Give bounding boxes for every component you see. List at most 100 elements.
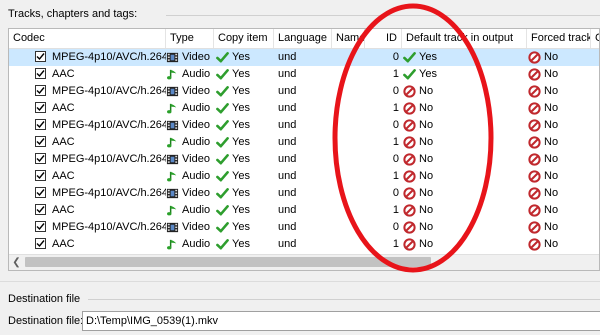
copy-item-cell: Yes [216, 151, 274, 168]
section-divider [166, 15, 600, 16]
copy-item-cell: Yes [216, 49, 274, 66]
red-no-icon [403, 186, 419, 200]
language-cell: und [278, 153, 297, 165]
red-no-icon [528, 84, 544, 98]
copy-item-cell: Yes [216, 66, 274, 83]
forced-track-label: No [544, 187, 559, 199]
column-header-default-track[interactable]: Default track in output [402, 29, 527, 48]
type-label: Audio [182, 68, 211, 80]
track-checkbox[interactable] [35, 153, 46, 164]
scroll-left-arrow-icon[interactable]: ❮ [9, 255, 24, 270]
default-track-label: No [419, 102, 434, 114]
forced-track-cell: No [528, 202, 588, 219]
music-note-icon [166, 136, 182, 148]
copy-item-cell: Yes [216, 236, 274, 253]
track-checkbox[interactable] [35, 221, 46, 232]
track-checkbox[interactable] [35, 51, 46, 62]
id-cell: 0 [392, 187, 399, 199]
language-cell: und [278, 119, 297, 131]
id-cell: 0 [392, 85, 399, 97]
track-checkbox[interactable] [35, 204, 46, 215]
column-header-name[interactable]: Name [332, 29, 365, 48]
track-checkbox[interactable] [35, 85, 46, 96]
track-row[interactable]: MPEG-4p10/AVC/h.264 Video Yes und 0 No No [9, 151, 599, 168]
track-row[interactable]: AAC Audio Yes und 1 No No [9, 100, 599, 117]
track-row[interactable]: MPEG-4p10/AVC/h.264 Video Yes und 0 No No [9, 83, 599, 100]
type-label: Video [182, 51, 210, 63]
destination-file-input[interactable]: D:\Temp\IMG_0539(1).mkv [82, 311, 600, 331]
film-icon [166, 119, 182, 131]
track-row[interactable]: MPEG-4p10/AVC/h.264 Video Yes und 0 No No [9, 185, 599, 202]
red-no-icon [528, 118, 544, 132]
track-row[interactable]: AAC Audio Yes und 1 No No [9, 168, 599, 185]
red-no-icon [528, 186, 544, 200]
forced-track-label: No [544, 68, 559, 80]
copy-item-cell: Yes [216, 100, 274, 117]
column-header-forced-track[interactable]: Forced track [527, 29, 591, 48]
red-no-icon [528, 237, 544, 251]
scrollbar-thumb[interactable] [25, 257, 431, 267]
table-body: MPEG-4p10/AVC/h.264 Video Yes und 0 Yes No AAC A… [9, 49, 599, 253]
track-row[interactable]: AAC Audio Yes und 1 No No [9, 202, 599, 219]
codec-cell: AAC [52, 136, 75, 148]
track-row[interactable]: MPEG-4p10/AVC/h.264 Video Yes und 0 No No [9, 219, 599, 236]
track-row[interactable]: AAC Audio Yes und 1 Yes No [9, 66, 599, 83]
track-checkbox[interactable] [35, 102, 46, 113]
track-row[interactable]: MPEG-4p10/AVC/h.264 Video Yes und 0 No No [9, 117, 599, 134]
track-row[interactable]: AAC Audio Yes und 1 No No [9, 134, 599, 151]
track-checkbox[interactable] [35, 187, 46, 198]
track-checkbox[interactable] [35, 170, 46, 181]
red-no-icon [403, 152, 419, 166]
track-checkbox[interactable] [35, 68, 46, 79]
type-label: Audio [182, 102, 211, 114]
copy-item-label: Yes [232, 221, 250, 233]
horizontal-scrollbar[interactable]: ❮ [9, 254, 599, 270]
codec-cell: AAC [52, 204, 75, 216]
type-label: Video [182, 153, 210, 165]
forced-track-cell: No [528, 151, 588, 168]
column-header-language[interactable]: Language [274, 29, 332, 48]
music-note-icon [166, 102, 182, 114]
language-cell: und [278, 221, 297, 233]
copy-item-cell: Yes [216, 168, 274, 185]
column-header-type[interactable]: Type [166, 29, 214, 48]
default-track-cell: No [403, 202, 523, 219]
default-track-label: No [419, 119, 434, 131]
default-track-label: No [419, 187, 434, 199]
type-label: Audio [182, 136, 211, 148]
default-track-cell: No [403, 185, 523, 202]
column-header-copy-item[interactable]: Copy item [214, 29, 274, 48]
column-header-codec[interactable]: Codec [9, 29, 166, 48]
forced-track-label: No [544, 102, 559, 114]
default-track-label: Yes [419, 51, 437, 63]
track-checkbox[interactable] [35, 238, 46, 249]
type-cell: Video [166, 151, 216, 168]
green-check-icon [216, 204, 232, 216]
film-icon [166, 187, 182, 199]
red-no-icon [528, 169, 544, 183]
default-track-cell: No [403, 100, 523, 117]
red-no-icon [528, 101, 544, 115]
film-icon [166, 221, 182, 233]
default-track-cell: Yes [403, 66, 523, 83]
id-cell: 1 [392, 204, 399, 216]
section-separator [0, 281, 600, 282]
film-icon [166, 51, 182, 63]
column-header-c[interactable]: C [591, 29, 599, 48]
copy-item-label: Yes [232, 51, 250, 63]
track-checkbox[interactable] [35, 136, 46, 147]
track-row[interactable]: AAC Audio Yes und 1 No No [9, 236, 599, 253]
forced-track-cell: No [528, 134, 588, 151]
green-check-icon [403, 68, 419, 80]
green-check-icon [216, 119, 232, 131]
tracks-table[interactable]: Codec Type Copy item Language Name ID De… [8, 28, 600, 271]
codec-cell: AAC [52, 238, 75, 250]
copy-item-cell: Yes [216, 202, 274, 219]
language-cell: und [278, 170, 297, 182]
forced-track-label: No [544, 51, 559, 63]
track-row[interactable]: MPEG-4p10/AVC/h.264 Video Yes und 0 Yes No [9, 49, 599, 66]
column-header-id[interactable]: ID [365, 29, 402, 48]
track-checkbox[interactable] [35, 119, 46, 130]
copy-item-label: Yes [232, 204, 250, 216]
green-check-icon [216, 85, 232, 97]
